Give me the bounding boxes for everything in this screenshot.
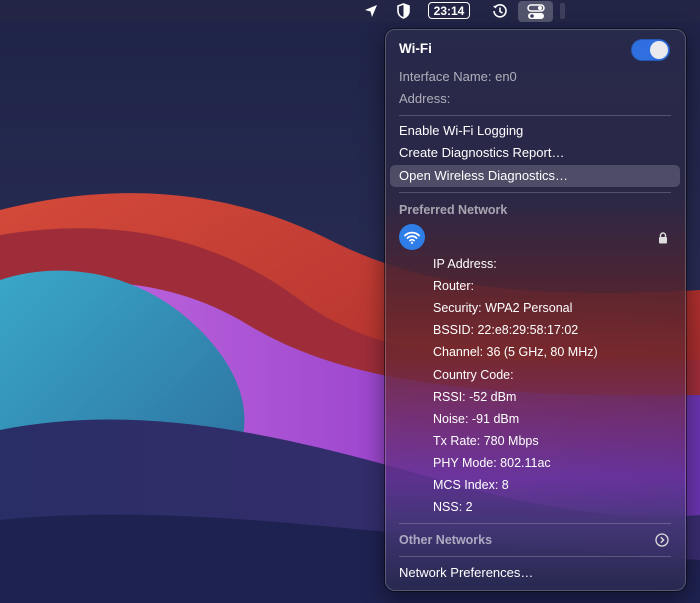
- divider: [399, 523, 671, 524]
- create-diagnostics-report-item[interactable]: Create Diagnostics Report…: [399, 144, 564, 162]
- control-center-icon[interactable]: [518, 1, 553, 22]
- divider: [399, 115, 671, 116]
- detail-country: Country Code:: [433, 367, 514, 382]
- wifi-menu: Wi-Fi Interface Name: en0 Address: Enabl…: [385, 29, 686, 591]
- divider: [399, 192, 671, 193]
- wifi-toggle[interactable]: [631, 39, 670, 61]
- other-networks-header[interactable]: Other Networks: [399, 531, 492, 549]
- open-wireless-diagnostics-item[interactable]: Open Wireless Diagnostics…: [399, 167, 568, 185]
- address-label: Address:: [399, 91, 451, 106]
- detail-nss: NSS: 2: [433, 500, 473, 515]
- detail-bssid: BSSID: 22:e8:29:58:17:02: [433, 323, 579, 338]
- chevron-right-icon[interactable]: [655, 533, 669, 552]
- detail-txrate: Tx Rate: 780 Mbps: [433, 433, 539, 448]
- wifi-title: Wi-Fi: [399, 41, 432, 56]
- detail-channel: Channel: 36 (5 GHz, 80 MHz): [433, 345, 598, 360]
- detail-router: Router:: [433, 279, 474, 294]
- network-preferences-item[interactable]: Network Preferences…: [399, 564, 533, 582]
- wifi-icon[interactable]: [399, 224, 425, 250]
- detail-rssi: RSSI: -52 dBm: [433, 389, 517, 404]
- toggle-knob: [650, 41, 668, 59]
- detail-mcs: MCS Index: 8: [433, 478, 509, 492]
- menu-bar: [0, 0, 700, 22]
- detail-noise: Noise: -91 dBm: [433, 411, 520, 426]
- time-machine-icon[interactable]: [490, 0, 510, 22]
- menubar-clock[interactable]: 23:14: [428, 2, 470, 19]
- shield-icon[interactable]: [393, 0, 413, 22]
- detail-security: Security: WPA2 Personal: [433, 301, 573, 316]
- location-arrow-icon[interactable]: [361, 0, 381, 22]
- lock-icon: [658, 231, 668, 249]
- enable-wifi-logging-item[interactable]: Enable Wi-Fi Logging: [399, 122, 523, 140]
- preferred-network-header: Preferred Network: [399, 203, 508, 217]
- detail-ip: IP Address:: [433, 257, 497, 271]
- divider: [399, 556, 671, 557]
- interface-name: Interface Name: en0: [399, 69, 517, 84]
- menubar-overflow: [560, 3, 565, 19]
- detail-phy: PHY Mode: 802.11ac: [433, 455, 551, 470]
